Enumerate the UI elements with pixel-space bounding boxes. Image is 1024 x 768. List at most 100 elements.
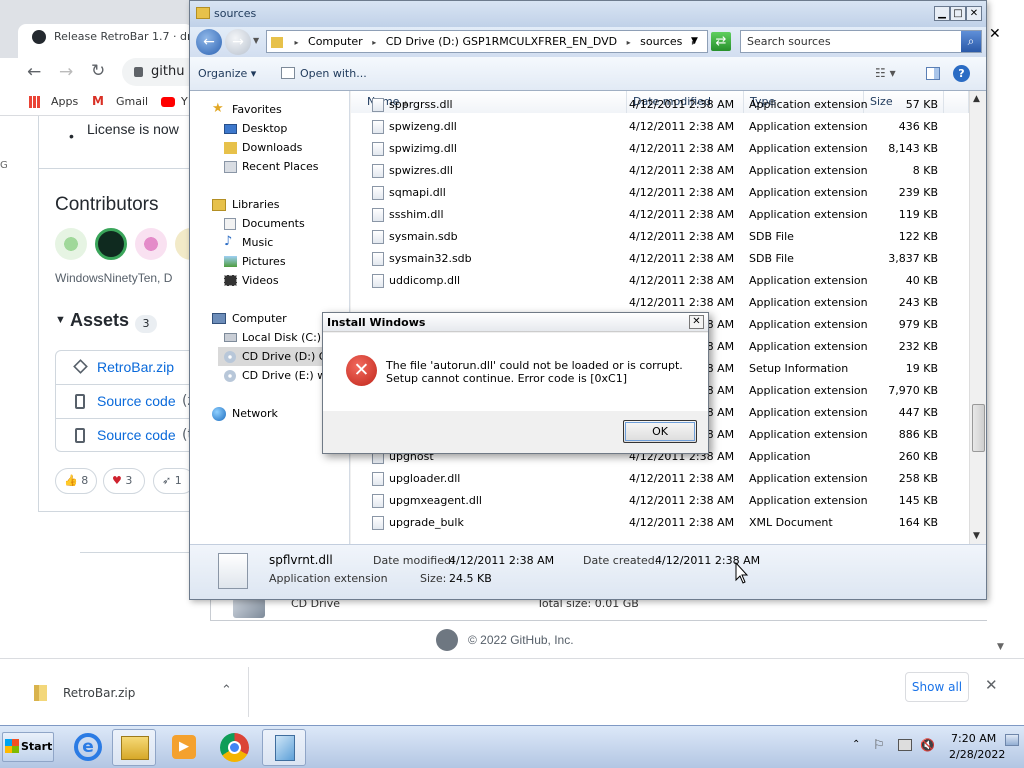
file-row[interactable]: spwizres.dll 4/12/2011 2:38 AM Application… <box>351 160 971 182</box>
ok-button[interactable]: OK <box>623 420 697 443</box>
preview-pane-icon[interactable] <box>926 67 940 80</box>
file-row[interactable]: spprgrss.dll 4/12/2011 2:38 AM Application… <box>351 94 971 116</box>
chevron-up-icon[interactable]: ⌃ <box>221 683 232 698</box>
start-button[interactable]: Start <box>2 732 54 762</box>
file-row[interactable]: uddicomp.dll 4/12/2011 2:38 AM Application… <box>351 270 971 292</box>
contributor-avatar[interactable] <box>135 228 167 260</box>
modified-value: 4/12/2011 2:38 AM <box>449 554 555 567</box>
network-tray-icon[interactable] <box>898 739 912 751</box>
bookmark-apps[interactable]: Apps <box>51 95 78 108</box>
nav-local-disk[interactable]: Local Disk (C:) <box>242 328 321 347</box>
nav-recent-places[interactable]: Recent Places <box>242 157 319 176</box>
contributor-avatar[interactable] <box>55 228 87 260</box>
asset-row[interactable]: Source code (t <box>56 419 206 453</box>
bookmark-youtube[interactable]: Y <box>181 95 188 108</box>
setup-taskbar-button[interactable] <box>262 729 306 766</box>
browser-scrollbar[interactable]: ✕ ▼ <box>987 0 1024 658</box>
file-row[interactable]: upgloader.dll 4/12/2011 2:38 AM Applicatio… <box>351 468 971 490</box>
minimize-button[interactable]: ▁ <box>934 6 950 21</box>
bookmark-gmail[interactable]: Gmail <box>116 95 148 108</box>
scroll-up-icon[interactable]: ▲ <box>973 94 980 104</box>
view-options-icon[interactable]: ☷ ▾ <box>875 66 896 80</box>
file-date: 4/12/2011 2:38 AM <box>629 186 735 199</box>
file-row[interactable]: upgrade_bulk 4/12/2011 2:38 AM XML Documen… <box>351 512 971 534</box>
scroll-down-icon[interactable]: ▼ <box>997 642 1004 652</box>
help-icon[interactable]: ? <box>953 65 970 82</box>
forward-arrow-icon[interactable]: → <box>225 29 251 55</box>
recent-pages-icon[interactable]: ▼ <box>253 36 259 45</box>
breadcrumb-computer[interactable]: Computer <box>308 35 363 48</box>
breadcrumb-drive[interactable]: CD Drive (D:) GSP1RMCULXFRER_EN_DVD <box>386 35 617 48</box>
nav-pictures[interactable]: Pictures <box>242 252 286 271</box>
asset-link[interactable]: Source code <box>97 427 176 443</box>
action-center-flag-icon[interactable]: ⚐ <box>873 738 885 753</box>
nav-videos[interactable]: Videos <box>242 271 279 290</box>
asset-link[interactable]: RetroBar.zip <box>97 359 174 375</box>
reaction-button[interactable]: ♥ 3 <box>103 468 145 494</box>
chrome-taskbar-button[interactable] <box>212 729 256 766</box>
close-button[interactable]: ✕ <box>966 6 982 21</box>
organize-button[interactable]: Organize ▾ <box>198 67 256 80</box>
maximize-button[interactable]: □ <box>950 6 966 21</box>
clock-time[interactable]: 7:20 AM <box>951 732 996 745</box>
volume-muted-icon[interactable]: 🔇 <box>920 738 935 752</box>
nav-cd-drive-d[interactable]: CD Drive (D:) GS <box>242 347 334 366</box>
explorer-titlebar[interactable]: sources ▁ □ ✕ <box>190 1 986 27</box>
show-hidden-icons[interactable]: ⌃ <box>852 739 860 750</box>
nav-libraries[interactable]: Libraries <box>232 195 280 214</box>
nav-documents[interactable]: Documents <box>242 214 305 233</box>
file-row[interactable]: upgmxeagent.dll 4/12/2011 2:38 AM Applicat… <box>351 490 971 512</box>
nav-network[interactable]: Network <box>232 404 278 423</box>
nav-downloads[interactable]: Downloads <box>242 138 302 157</box>
ie-taskbar-button[interactable]: e <box>66 729 110 766</box>
explorer-taskbar-button[interactable] <box>112 729 156 766</box>
file-row[interactable]: sqmapi.dll 4/12/2011 2:38 AM Application e… <box>351 182 971 204</box>
nav-music[interactable]: Music <box>242 233 273 252</box>
file-row[interactable]: sysmain.sdb 4/12/2011 2:38 AM SDB File 122 … <box>351 226 971 248</box>
file-row[interactable]: ssshim.dll 4/12/2011 2:38 AM Application e… <box>351 204 971 226</box>
forward-icon[interactable]: → <box>59 62 73 82</box>
breadcrumb-sources[interactable]: sources <box>640 35 682 48</box>
asset-row[interactable]: RetroBar.zip <box>56 351 206 385</box>
download-item[interactable]: RetroBar.zip ⌃ <box>18 667 249 717</box>
reload-icon[interactable]: ↻ <box>91 61 105 81</box>
reaction-button[interactable]: 👍 8 <box>55 468 97 494</box>
contributor-avatar[interactable] <box>95 228 127 260</box>
lock-icon <box>134 66 143 77</box>
assets-toggle-icon[interactable]: ▼ <box>55 314 66 326</box>
open-with-button[interactable]: Open with... <box>300 67 367 80</box>
file-row[interactable]: sysmain32.sdb 4/12/2011 2:38 AM SDB File 3,… <box>351 248 971 270</box>
close-icon[interactable]: ✕ <box>989 26 1001 42</box>
browser-tab[interactable]: Release RetroBar 1.7 · dre <box>18 24 193 58</box>
search-box[interactable]: Search sources ⌕ <box>740 30 982 53</box>
asset-link[interactable]: Source code <box>97 393 176 409</box>
back-icon[interactable]: ← <box>27 62 41 82</box>
nav-computer[interactable]: Computer <box>232 309 287 328</box>
clock-date[interactable]: 2/28/2022 <box>949 748 1005 761</box>
breadcrumb[interactable]: ▸ Computer ▸ CD Drive (D:) GSP1RMCULXFRE… <box>266 30 708 53</box>
scroll-down-icon[interactable]: ▼ <box>973 531 980 541</box>
assets-heading[interactable]: Assets <box>70 310 129 331</box>
refresh-icon[interactable]: ⇄ <box>711 32 731 51</box>
search-input[interactable]: Search sources <box>747 35 831 48</box>
media-player-taskbar-button[interactable]: ▶ <box>162 729 206 766</box>
file-row[interactable]: spwizeng.dll 4/12/2011 2:38 AM Application… <box>351 116 971 138</box>
address-dropdown-icon[interactable]: ▼ <box>691 31 698 52</box>
search-icon[interactable]: ⌕ <box>961 31 981 52</box>
nav-cd-drive-e[interactable]: CD Drive (E:) wir <box>242 366 334 385</box>
scrollbar-thumb[interactable] <box>972 404 985 452</box>
dialog-close-button[interactable]: ✕ <box>689 315 704 329</box>
asset-row[interactable]: Source code (z <box>56 385 206 419</box>
nav-desktop[interactable]: Desktop <box>242 119 287 138</box>
show-desktop-button[interactable] <box>1005 734 1019 746</box>
file-row[interactable]: 4/12/2011 2:38 AM Application extension 24… <box>351 292 971 314</box>
file-row[interactable]: spwizimg.dll 4/12/2011 2:38 AM Application… <box>351 138 971 160</box>
vertical-scrollbar[interactable]: ▲ ▼ <box>969 91 986 544</box>
close-downloads-icon[interactable]: ✕ <box>985 676 998 694</box>
file-type: Application extension <box>749 120 868 133</box>
nav-favorites[interactable]: Favorites <box>232 100 282 119</box>
dialog-titlebar[interactable]: Install Windows ✕ <box>323 313 708 332</box>
back-arrow-icon[interactable]: ← <box>196 29 222 55</box>
show-all-button[interactable]: Show all <box>905 672 969 702</box>
organize-label: Organize <box>198 67 248 80</box>
